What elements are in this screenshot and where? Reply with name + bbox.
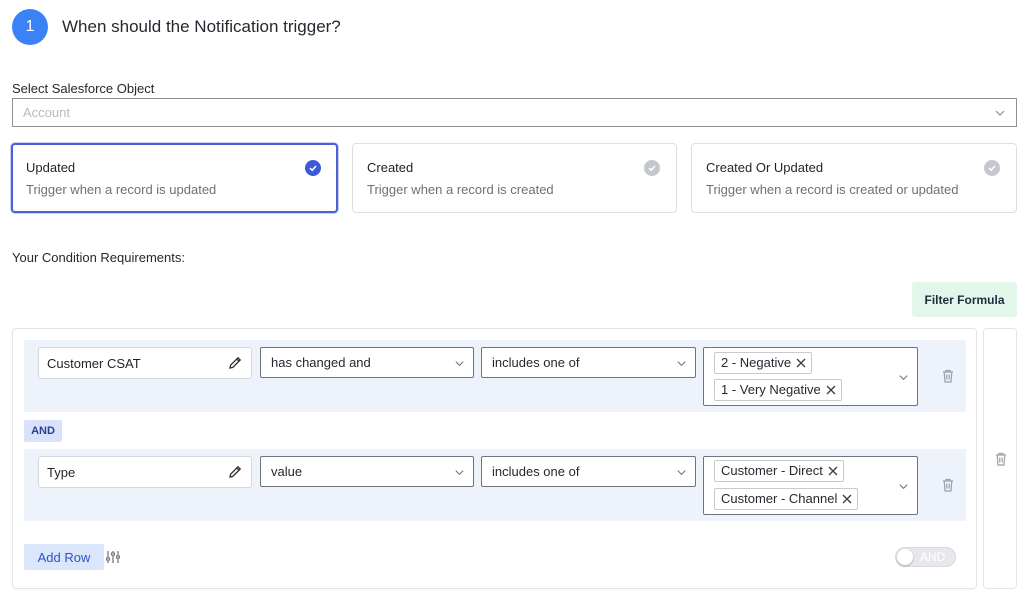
- and-joiner-badge: AND: [24, 420, 62, 442]
- page-title: When should the Notification trigger?: [62, 17, 341, 36]
- values-multiselect[interactable]: Customer - Direct Customer - Channel: [703, 456, 918, 515]
- value-tag: Customer - Channel: [714, 488, 859, 510]
- filter-formula-button[interactable]: Filter Formula: [912, 282, 1017, 317]
- value-tag: 1 - Very Negative: [714, 379, 842, 401]
- condition-field-name: Type: [47, 465, 76, 480]
- value-tag-label: 2 - Negative: [721, 355, 792, 370]
- toggle-label: AND: [920, 550, 946, 564]
- trigger-description: Trigger when a record is created: [367, 182, 554, 197]
- trigger-title: Updated: [26, 160, 76, 175]
- trash-icon[interactable]: [993, 451, 1009, 467]
- chevron-down-icon: [455, 470, 464, 476]
- pencil-icon[interactable]: [227, 464, 243, 480]
- conditions-heading: Your Condition Requirements:: [12, 250, 185, 265]
- operator-select[interactable]: includes one of: [481, 347, 696, 378]
- chevron-down-icon: [995, 110, 1005, 116]
- condition-field[interactable]: Customer CSAT: [38, 347, 252, 379]
- object-select-label: Select Salesforce Object: [12, 81, 155, 96]
- chevron-down-icon: [899, 484, 908, 490]
- object-select[interactable]: Account: [12, 98, 1017, 127]
- change-type-select[interactable]: has changed and: [260, 347, 474, 378]
- value-tag: Customer - Direct: [714, 460, 844, 482]
- condition-field[interactable]: Type: [38, 456, 252, 488]
- chevron-down-icon: [677, 470, 686, 476]
- trash-icon[interactable]: [940, 477, 956, 493]
- and-or-toggle[interactable]: AND: [895, 547, 956, 567]
- step-number-badge: 1: [12, 9, 48, 45]
- check-circle-icon: [305, 160, 321, 176]
- value-tag-label: Customer - Channel: [721, 491, 838, 506]
- object-select-value: Account: [23, 105, 70, 120]
- pencil-icon[interactable]: [227, 355, 243, 371]
- change-type-value: has changed and: [271, 355, 371, 370]
- trigger-option-updated[interactable]: Updated Trigger when a record is updated: [11, 143, 338, 213]
- change-type-select[interactable]: value: [260, 456, 474, 487]
- close-icon[interactable]: [842, 494, 852, 504]
- trigger-description: Trigger when a record is created or upda…: [706, 182, 959, 197]
- chevron-down-icon: [677, 361, 686, 367]
- value-tag: 2 - Negative: [714, 352, 813, 374]
- trigger-title: Created Or Updated: [706, 160, 824, 175]
- change-type-value: value: [271, 464, 303, 479]
- chevron-down-icon: [899, 375, 908, 381]
- trigger-option-created-or-updated[interactable]: Created Or Updated Trigger when a record…: [691, 143, 1017, 213]
- value-tag-label: 1 - Very Negative: [721, 382, 821, 397]
- trigger-option-created[interactable]: Created Trigger when a record is created: [352, 143, 677, 213]
- values-multiselect[interactable]: 2 - Negative 1 - Very Negative: [703, 347, 918, 406]
- sliders-icon[interactable]: [106, 550, 120, 564]
- operator-value: includes one of: [492, 464, 580, 479]
- check-circle-icon: [644, 160, 660, 176]
- close-icon[interactable]: [826, 385, 836, 395]
- trigger-description: Trigger when a record is updated: [26, 182, 217, 197]
- condition-group-actions: [983, 328, 1017, 589]
- add-row-button[interactable]: Add Row: [24, 544, 104, 570]
- trash-icon[interactable]: [940, 368, 956, 384]
- close-icon[interactable]: [796, 358, 806, 368]
- trigger-title: Created: [367, 160, 414, 175]
- value-tag-label: Customer - Direct: [721, 463, 823, 478]
- operator-value: includes one of: [492, 355, 580, 370]
- check-circle-icon: [984, 160, 1000, 176]
- operator-select[interactable]: includes one of: [481, 456, 696, 487]
- toggle-knob: [897, 549, 913, 565]
- close-icon[interactable]: [828, 466, 838, 476]
- chevron-down-icon: [455, 361, 464, 367]
- condition-field-name: Customer CSAT: [47, 356, 141, 371]
